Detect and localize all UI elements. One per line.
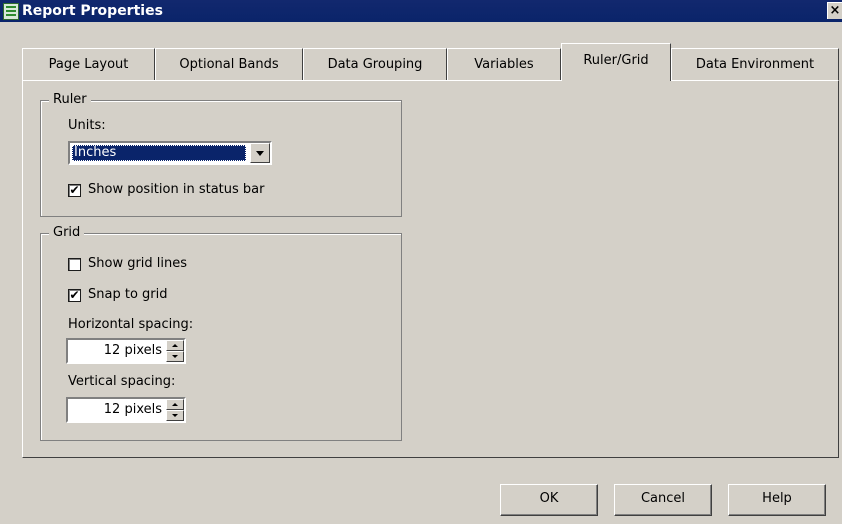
vertical-spacing-label: Vertical spacing: bbox=[68, 374, 176, 389]
horizontal-spacing-spinner[interactable]: 12 pixels bbox=[66, 338, 186, 364]
tab-ruler-grid[interactable]: Ruler/Grid bbox=[561, 43, 671, 81]
horizontal-spacing-value[interactable]: 12 pixels bbox=[104, 343, 162, 358]
spin-up-icon[interactable] bbox=[166, 399, 184, 410]
horizontal-spacing-label: Horizontal spacing: bbox=[68, 317, 194, 332]
units-label: Units: bbox=[68, 118, 106, 133]
title-bar: Report Properties × bbox=[0, 0, 842, 22]
tab-page-layout[interactable]: Page Layout bbox=[22, 48, 155, 80]
snap-to-grid-label[interactable]: Snap to grid bbox=[88, 287, 168, 302]
units-value: Inches bbox=[72, 145, 246, 161]
vertical-spacing-spinner[interactable]: 12 pixels bbox=[66, 397, 186, 423]
report-app-icon bbox=[3, 3, 19, 20]
spin-down-icon[interactable] bbox=[166, 351, 184, 362]
tab-variables[interactable]: Variables bbox=[447, 48, 561, 80]
spin-up-icon[interactable] bbox=[166, 340, 184, 351]
spin-down-icon[interactable] bbox=[166, 410, 184, 421]
show-position-label[interactable]: Show position in status bar bbox=[88, 182, 264, 197]
snap-to-grid-checkbox[interactable]: ✔ bbox=[68, 289, 81, 302]
tab-data-grouping[interactable]: Data Grouping bbox=[303, 48, 447, 80]
ok-button[interactable]: OK bbox=[500, 484, 598, 516]
grid-group-label: Grid bbox=[49, 225, 85, 240]
vertical-spin-buttons bbox=[166, 399, 184, 421]
cancel-button[interactable]: Cancel bbox=[614, 484, 712, 516]
show-grid-lines-checkbox[interactable] bbox=[68, 258, 81, 271]
units-dropdown[interactable]: Inches bbox=[68, 141, 272, 165]
tab-data-environment[interactable]: Data Environment bbox=[671, 48, 839, 80]
tab-optional-bands[interactable]: Optional Bands bbox=[155, 48, 303, 80]
help-button[interactable]: Help bbox=[728, 484, 826, 516]
vertical-spacing-value[interactable]: 12 pixels bbox=[104, 402, 162, 417]
close-button[interactable]: × bbox=[827, 2, 842, 19]
window-title: Report Properties bbox=[22, 3, 163, 19]
horizontal-spin-buttons bbox=[166, 340, 184, 362]
ruler-group-label: Ruler bbox=[49, 92, 91, 107]
show-grid-lines-label[interactable]: Show grid lines bbox=[88, 256, 187, 271]
chevron-down-icon[interactable] bbox=[250, 143, 270, 163]
show-position-checkbox[interactable]: ✔ bbox=[68, 184, 81, 197]
